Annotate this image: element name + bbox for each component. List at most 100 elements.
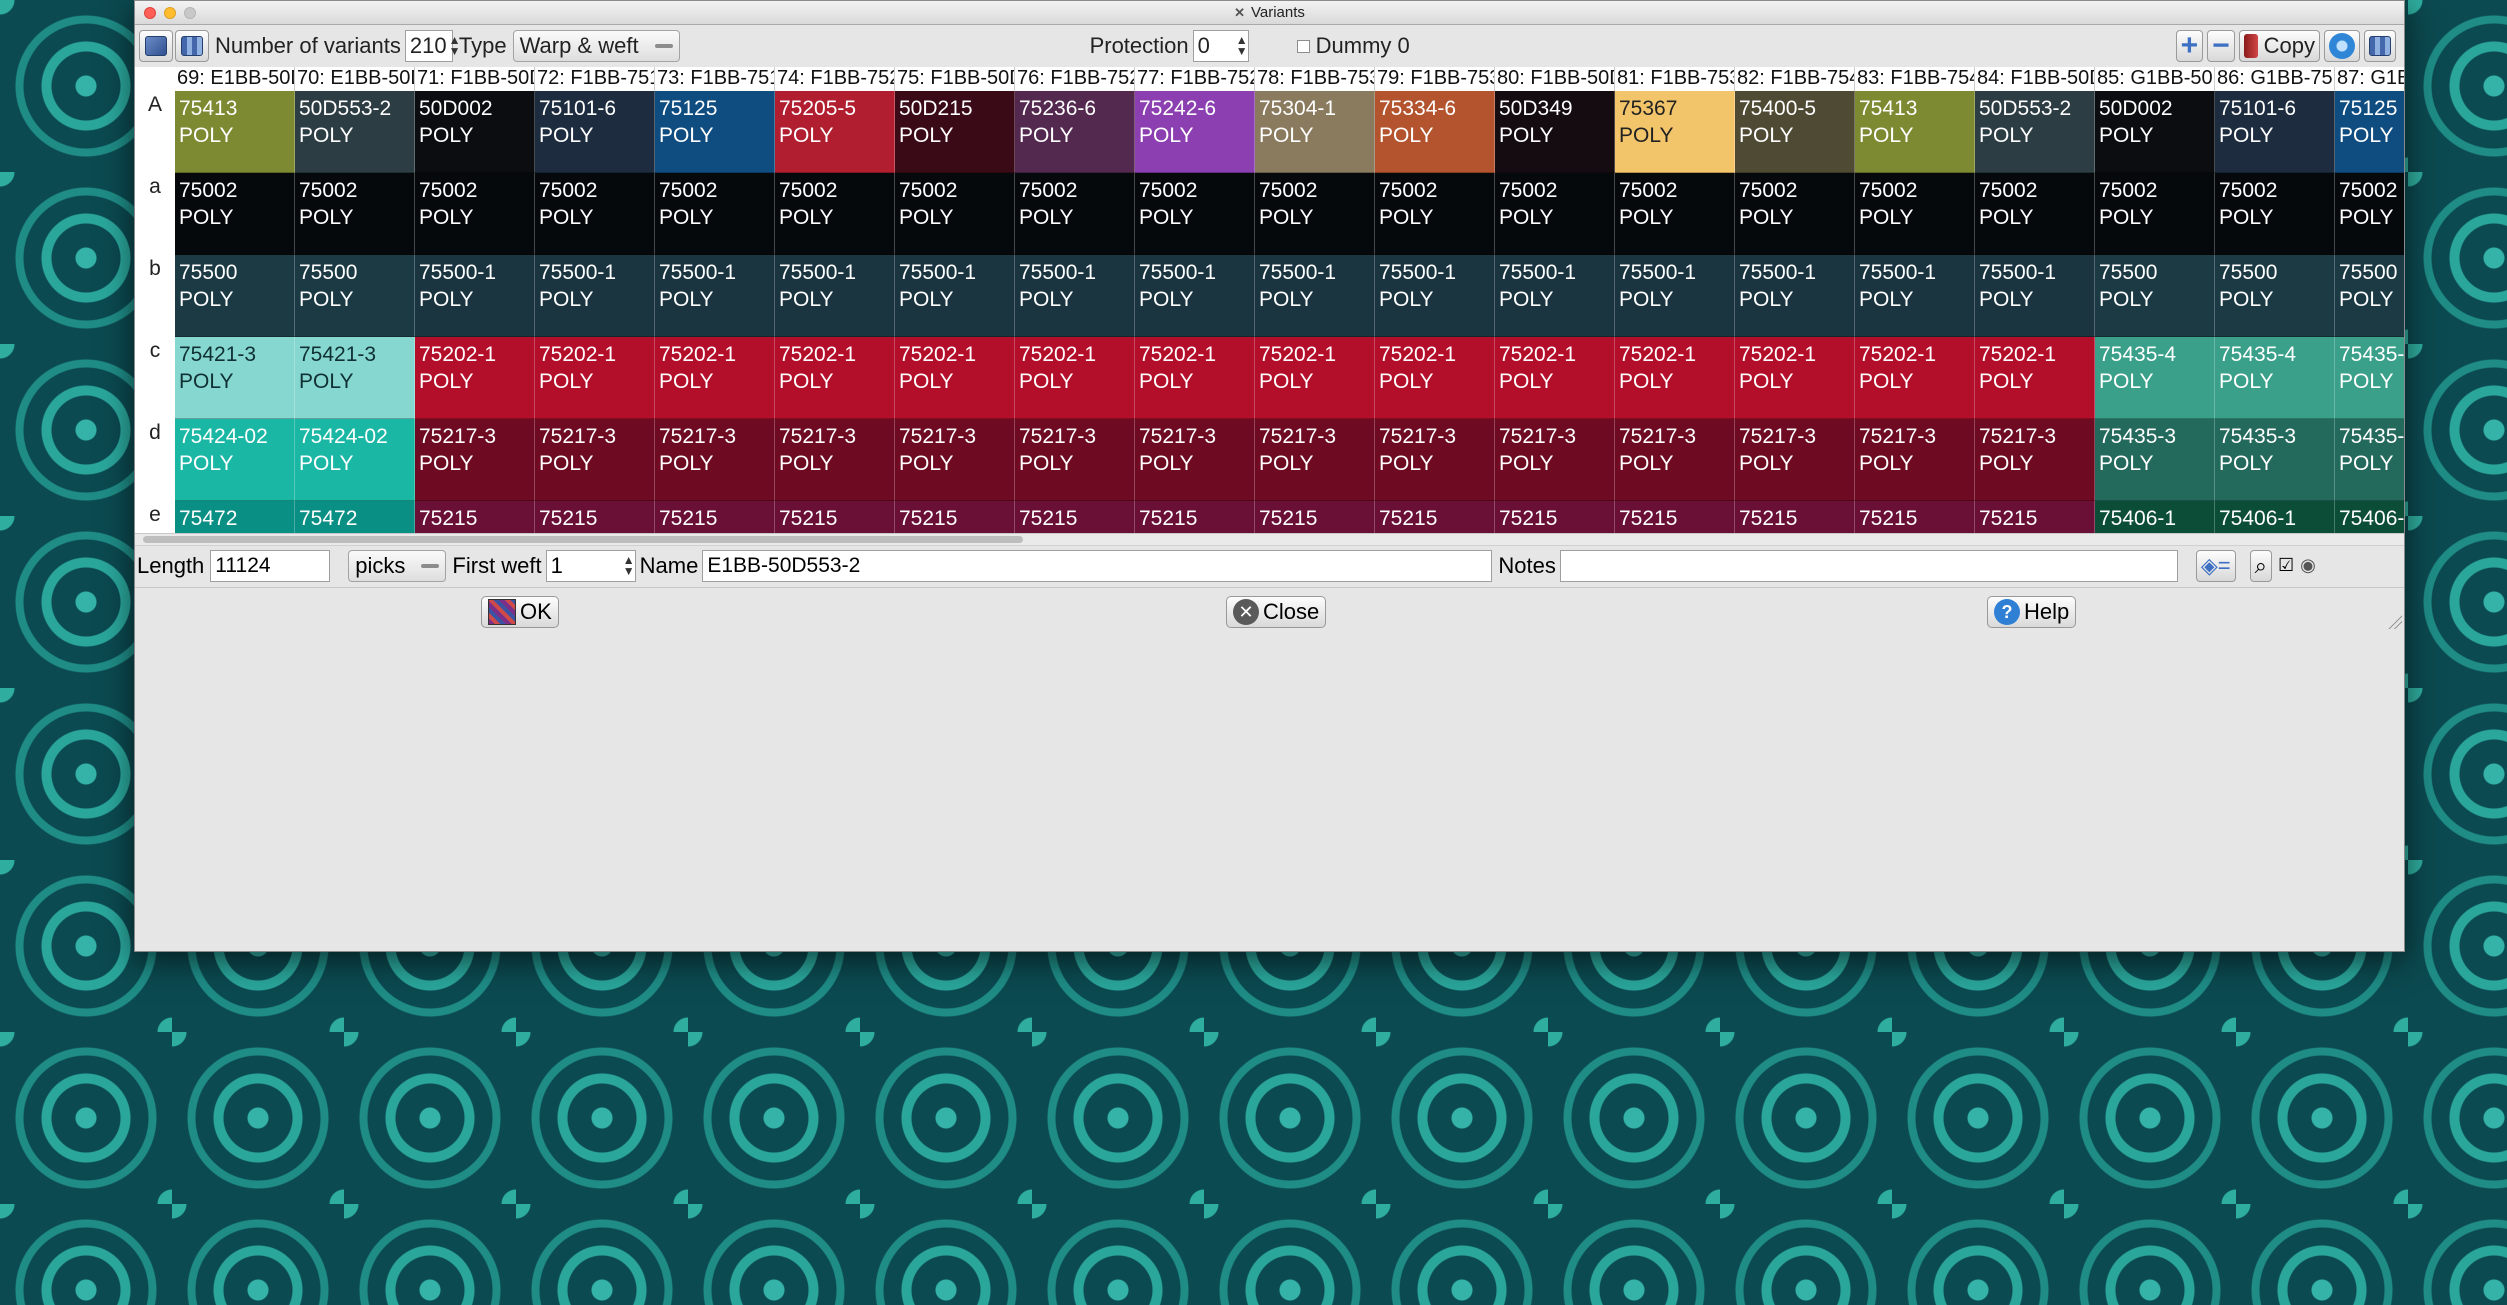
yarn-cell[interactable]: 75215POLY	[775, 501, 895, 533]
yarn-cell[interactable]: 75242-6 POLY	[1135, 91, 1255, 173]
yarn-cell[interactable]: 75217-3 POLY	[535, 419, 655, 501]
yarn-cell[interactable]: 75002 POLY	[1615, 173, 1735, 255]
close-window-icon[interactable]	[144, 7, 156, 19]
symbol-button[interactable]: ◈=	[2195, 549, 2236, 582]
yarn-cell[interactable]: 75217-3 POLY	[415, 419, 535, 501]
yarn-cell[interactable]: 75125 POLY	[655, 91, 775, 173]
yarn-cell[interactable]: 75202-1 POLY	[1135, 337, 1255, 419]
yarn-cell[interactable]: 75202-1 POLY	[1495, 337, 1615, 419]
protection-stepper[interactable]: 0 ▲ ▼	[1192, 30, 1249, 62]
yarn-cell[interactable]: 75125 POLY	[2335, 91, 2404, 173]
gallery-button[interactable]	[175, 30, 209, 62]
yarn-cell[interactable]: 75500-1 POLY	[1855, 255, 1975, 337]
yarn-cell[interactable]: 75202-1 POLY	[895, 337, 1015, 419]
zoom-window-icon[interactable]	[184, 7, 196, 19]
yarn-cell[interactable]: 75500-1 POLY	[655, 255, 775, 337]
yarn-cell[interactable]: 75002 POLY	[895, 173, 1015, 255]
column-header[interactable]: 71: F1BB-50D002	[415, 67, 535, 91]
remove-variant-button[interactable]: −	[2207, 30, 2235, 62]
yarn-cell[interactable]: 75002 POLY	[1015, 173, 1135, 255]
yarn-cell[interactable]: 75500-1 POLY	[1495, 255, 1615, 337]
gallery-view-button[interactable]	[2364, 30, 2396, 62]
yarn-cell[interactable]: 75002 POLY	[775, 173, 895, 255]
yarn-cell[interactable]: 75215POLY	[1135, 501, 1255, 533]
column-header[interactable]: 85: G1BB-50D002	[2095, 67, 2215, 91]
yarn-cell[interactable]: 75435-4 POLY	[2335, 337, 2404, 419]
stepper-arrows-icon[interactable]: ▲ ▼	[623, 554, 635, 577]
yarn-cell[interactable]: 75002 POLY	[2215, 173, 2335, 255]
column-header[interactable]: 74: F1BB-75205-5	[775, 67, 895, 91]
yarn-cell[interactable]: 75217-3 POLY	[775, 419, 895, 501]
yarn-cell[interactable]: 75472POLY	[175, 501, 295, 533]
yarn-cell[interactable]: 75304-1 POLY	[1255, 91, 1375, 173]
yarn-cell[interactable]: 75215POLY	[895, 501, 1015, 533]
yarn-cell[interactable]: 75472POLY	[295, 501, 415, 533]
yarn-cell[interactable]: 75500 POLY	[175, 255, 295, 337]
column-header[interactable]: 84: F1BB-50D553-2	[1975, 67, 2095, 91]
yarn-cell[interactable]: 75334-6 POLY	[1375, 91, 1495, 173]
yarn-cell[interactable]: 75217-3 POLY	[1615, 419, 1735, 501]
yarn-cell[interactable]: 75002 POLY	[2095, 173, 2215, 255]
yarn-cell[interactable]: 75202-1 POLY	[1615, 337, 1735, 419]
add-variant-button[interactable]: +	[2175, 30, 2204, 62]
yarn-cell[interactable]: 75215POLY	[655, 501, 775, 533]
column-header[interactable]: 86: G1BB-75101-6	[2215, 67, 2335, 91]
resize-grip-icon[interactable]	[2388, 615, 2402, 629]
column-header[interactable]: 81: F1BB-75367	[1615, 67, 1735, 91]
yarn-cell[interactable]: 75002 POLY	[175, 173, 295, 255]
yarn-cell[interactable]: 75500-1 POLY	[535, 255, 655, 337]
yarn-cell[interactable]: 75367 POLY	[1615, 91, 1735, 173]
yarn-cell[interactable]: 75002 POLY	[1975, 173, 2095, 255]
type-dropdown[interactable]: Warp & weft	[512, 30, 680, 62]
yarn-cell[interactable]: 75202-1 POLY	[1375, 337, 1495, 419]
yarn-cell[interactable]: 75217-3 POLY	[1975, 419, 2095, 501]
help-button[interactable]: ? Help	[1987, 596, 2077, 628]
yarn-cell[interactable]: 75217-3 POLY	[655, 419, 775, 501]
yarn-cell[interactable]: 75215POLY	[1855, 501, 1975, 533]
check-icon[interactable]: ☑	[2278, 555, 2294, 576]
yarn-cell[interactable]: 75202-1 POLY	[1975, 337, 2095, 419]
yarn-cell[interactable]: 75500-1 POLY	[775, 255, 895, 337]
yarn-cell[interactable]: 75435-3 POLY	[2095, 419, 2215, 501]
yarn-cell[interactable]: 75500-1 POLY	[415, 255, 535, 337]
yarn-cell[interactable]: 75215POLY	[1495, 501, 1615, 533]
yarn-cell[interactable]: 75002 POLY	[2335, 173, 2404, 255]
copy-button[interactable]: Copy	[2238, 30, 2320, 62]
yarn-cell[interactable]: 75500-1 POLY	[1375, 255, 1495, 337]
length-input[interactable]: 11124	[210, 549, 331, 582]
yarn-cell[interactable]: 75202-1 POLY	[1735, 337, 1855, 419]
column-header[interactable]: 83: F1BB-75413	[1855, 67, 1975, 91]
refresh-button[interactable]	[2324, 30, 2360, 62]
yarn-cell[interactable]: 75217-3 POLY	[1375, 419, 1495, 501]
yarn-cell[interactable]: 75424-02 POLY	[175, 419, 295, 501]
ok-button[interactable]: OK	[481, 596, 559, 628]
name-input[interactable]: E1BB-50D553-2	[702, 549, 1493, 582]
yarn-cell[interactable]: 75002 POLY	[1375, 173, 1495, 255]
yarn-cell[interactable]: 75205-5 POLY	[775, 91, 895, 173]
eye-icon[interactable]: ◉	[2300, 555, 2316, 576]
open-button[interactable]	[139, 30, 173, 62]
yarn-cell[interactable]: 75215POLY	[415, 501, 535, 533]
yarn-cell[interactable]: 75101-6 POLY	[535, 91, 655, 173]
yarn-cell[interactable]: 75002 POLY	[1735, 173, 1855, 255]
yarn-cell[interactable]: 75202-1 POLY	[655, 337, 775, 419]
scrollbar-thumb[interactable]	[143, 536, 1023, 543]
yarn-cell[interactable]: 75215POLY	[1975, 501, 2095, 533]
column-header[interactable]: 87: G1BB-75125	[2335, 67, 2404, 91]
yarn-cell[interactable]: 75500 POLY	[2095, 255, 2215, 337]
yarn-cell[interactable]: 75217-3 POLY	[895, 419, 1015, 501]
variants-stepper[interactable]: 210 ▲ ▼	[404, 30, 460, 62]
yarn-cell[interactable]: 75217-3 POLY	[1855, 419, 1975, 501]
minimize-window-icon[interactable]	[164, 7, 176, 19]
yarn-cell[interactable]: 50D002 POLY	[2095, 91, 2215, 173]
yarn-cell[interactable]: 75002 POLY	[415, 173, 535, 255]
yarn-cell[interactable]: 75500-1 POLY	[895, 255, 1015, 337]
yarn-cell[interactable]: 75215POLY	[1375, 501, 1495, 533]
yarn-cell[interactable]: 75202-1 POLY	[1855, 337, 1975, 419]
yarn-cell[interactable]: 75406-1POLY	[2215, 501, 2335, 533]
search-button[interactable]: ⌕	[2249, 549, 2272, 582]
column-header[interactable]: 82: F1BB-75400-5	[1735, 67, 1855, 91]
stepper-arrows-icon[interactable]: ▲ ▼	[1236, 34, 1248, 57]
yarn-cell[interactable]: 75215POLY	[1615, 501, 1735, 533]
yarn-cell[interactable]: 75217-3 POLY	[1015, 419, 1135, 501]
